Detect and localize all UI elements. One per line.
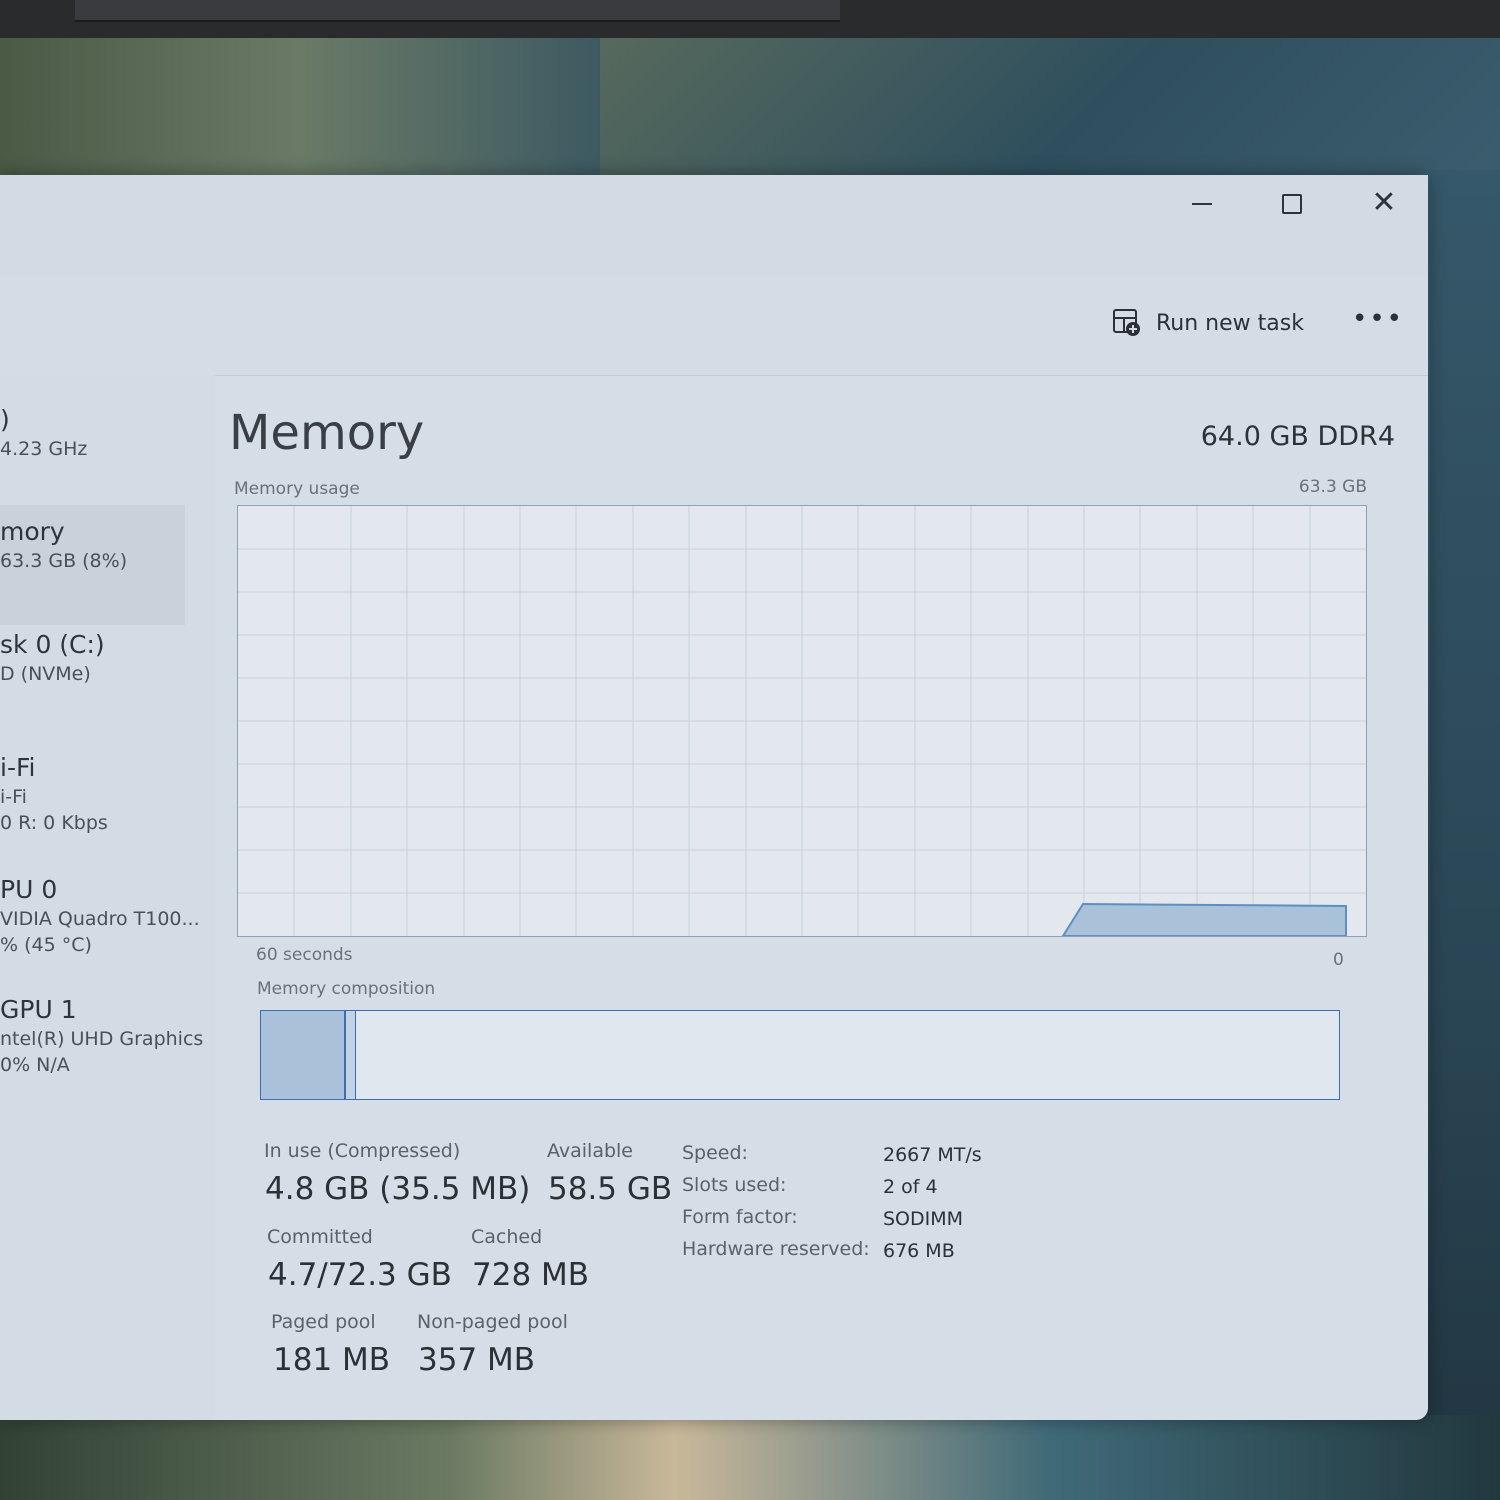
minimize-icon	[1192, 202, 1212, 205]
sidebar-item-disk[interactable]: sk 0 (C:) D (NVMe)	[0, 630, 185, 685]
composition-modified	[346, 1011, 356, 1099]
run-new-task-label: Run new task	[1156, 310, 1304, 336]
sidebar-item-detail: D (NVMe)	[0, 663, 91, 685]
sidebar-item-detail: i-Fi	[0, 786, 27, 808]
more-options-button[interactable]: •••	[1352, 301, 1402, 337]
available-value: 58.5 GB	[548, 1171, 673, 1207]
minimize-button[interactable]	[1180, 181, 1224, 225]
maximize-button[interactable]	[1270, 181, 1314, 225]
sidebar-item-detail: 63.3 GB (8%)	[0, 550, 128, 572]
sidebar-item-cpu[interactable]: ) 4.23 GHz	[0, 405, 185, 460]
desktop-wallpaper-bottom	[0, 1415, 1500, 1500]
in-use-label: In use (Compressed)	[264, 1140, 461, 1162]
run-task-icon	[1112, 308, 1142, 338]
hardware-reserved-label: Hardware reserved:	[682, 1238, 870, 1260]
close-icon: ✕	[1371, 185, 1397, 220]
memory-usage-graph	[237, 505, 1367, 937]
sidebar-item-detail: 0 R: 0 Kbps	[0, 812, 108, 834]
sidebar-item-name: )	[0, 405, 10, 434]
desktop-wallpaper-right	[1430, 170, 1500, 1500]
sidebar-item-name: sk 0 (C:)	[0, 630, 105, 659]
task-manager-window: ✕ Run new task ••• ) 4.23 GHz mory 63.3 …	[0, 175, 1428, 1420]
sidebar-item-gpu1[interactable]: GPU 1 ntel(R) UHD Graphics 0% N/A	[0, 995, 204, 1076]
memory-composition-bar	[260, 1010, 1340, 1100]
slots-used-value: 2 of 4	[883, 1176, 938, 1198]
sidebar-item-memory[interactable]: mory 63.3 GB (8%)	[0, 505, 185, 625]
speed-value: 2667 MT/s	[883, 1144, 982, 1166]
sidebar-item-wifi[interactable]: i-Fi i-Fi 0 R: 0 Kbps	[0, 753, 185, 834]
sidebar-item-detail: ntel(R) UHD Graphics	[0, 1028, 204, 1050]
sidebar-item-name: mory	[0, 517, 65, 546]
memory-composition-label: Memory composition	[257, 979, 436, 999]
form-factor-value: SODIMM	[883, 1208, 964, 1230]
page-title: Memory	[229, 405, 425, 461]
form-factor-label: Form factor:	[682, 1206, 798, 1228]
sidebar-item-name: i-Fi	[0, 753, 36, 782]
available-label: Available	[547, 1140, 634, 1162]
hardware-reserved-value: 676 MB	[883, 1240, 955, 1262]
performance-sidebar: ) 4.23 GHz mory 63.3 GB (8%) sk 0 (C:) D…	[0, 375, 215, 1420]
committed-value: 4.7/72.3 GB	[268, 1257, 452, 1293]
monitor-bezel	[0, 0, 1500, 38]
sidebar-item-detail: 4.23 GHz	[0, 438, 88, 460]
sidebar-item-detail: 0% N/A	[0, 1054, 70, 1076]
sidebar-item-name: PU 0	[0, 875, 58, 904]
paged-pool-value: 181 MB	[273, 1342, 391, 1378]
speed-label: Speed:	[682, 1142, 748, 1164]
cached-label: Cached	[471, 1226, 543, 1248]
memory-usage-label: Memory usage	[234, 479, 360, 499]
maximize-icon	[1282, 194, 1302, 214]
non-paged-pool-label: Non-paged pool	[417, 1311, 568, 1333]
sidebar-item-detail: VIDIA Quadro T100...	[0, 908, 200, 930]
memory-usage-max: 63.3 GB	[1298, 477, 1367, 497]
memory-panel: Memory 64.0 GB DDR4 Memory usage 63.3 GB	[215, 375, 1415, 1420]
memory-usage-area	[1061, 902, 1347, 937]
title-bar[interactable]: ✕	[0, 175, 1428, 275]
in-use-value: 4.8 GB (35.5 MB)	[265, 1171, 531, 1207]
more-icon: •••	[1352, 304, 1405, 334]
close-button[interactable]: ✕	[1362, 181, 1406, 225]
sidebar-item-name: GPU 1	[0, 995, 77, 1024]
memory-usage-graph-svg	[238, 506, 1366, 937]
graph-time-left: 60 seconds	[256, 945, 353, 965]
toolbar: Run new task •••	[0, 275, 1428, 376]
sidebar-item-gpu0[interactable]: PU 0 VIDIA Quadro T100... % (45 °C)	[0, 875, 200, 956]
graph-time-right: 0	[1333, 950, 1344, 970]
paged-pool-label: Paged pool	[271, 1311, 376, 1333]
composition-in-use	[261, 1011, 346, 1099]
non-paged-pool-value: 357 MB	[418, 1342, 536, 1378]
sidebar-item-detail: % (45 °C)	[0, 934, 92, 956]
cached-value: 728 MB	[472, 1257, 590, 1293]
memory-spec: 64.0 GB DDR4	[1200, 421, 1395, 452]
background-window-edge	[75, 0, 840, 22]
committed-label: Committed	[267, 1226, 373, 1248]
slots-used-label: Slots used:	[682, 1174, 787, 1196]
desktop-wallpaper	[0, 38, 600, 178]
run-new-task-button[interactable]: Run new task	[1112, 303, 1304, 343]
